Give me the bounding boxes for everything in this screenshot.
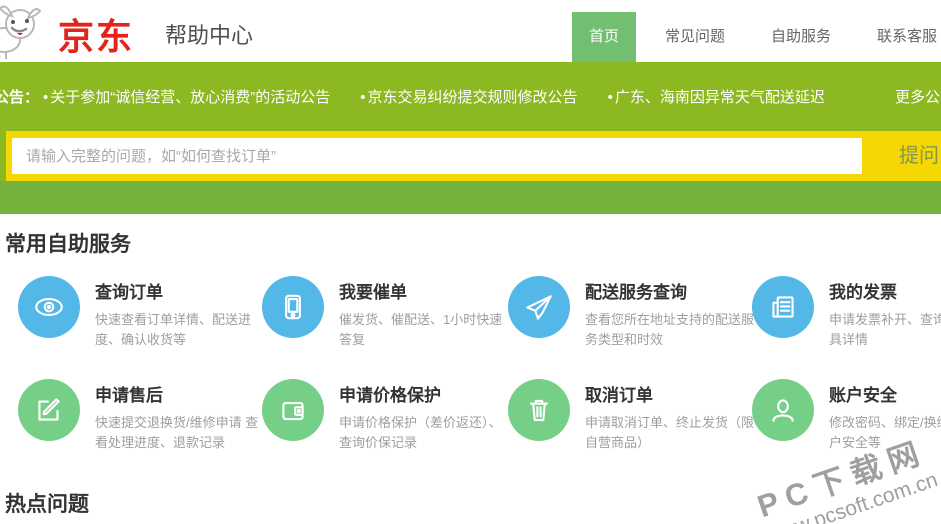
- services-grid: 查询订单 快速查看订单详情、配送进度、确认收货等 我要催单 催发货、催配送、1小时快速…: [18, 276, 941, 452]
- service-description: 申请发票补开、查询发票类型、开具详情: [829, 312, 941, 347]
- service-title[interactable]: 账户安全: [829, 381, 941, 406]
- nav-tab-3[interactable]: 联系客服: [860, 12, 941, 62]
- announcement-link[interactable]: • 广东、海南因异常天气配送延迟: [608, 86, 825, 107]
- search-input[interactable]: [12, 138, 862, 174]
- service-description: 催发货、催配送、1小时快速答复: [339, 312, 503, 347]
- page-title: 帮助中心: [165, 23, 254, 48]
- nav-tab-0[interactable]: 首页: [572, 12, 637, 62]
- service-title[interactable]: 我的发票: [829, 278, 941, 303]
- service-description: 申请取消订单、终止发货（限自营商品）: [585, 415, 755, 450]
- announcement-bar: 公告： • 关于参加“诚信经营、放心消费”的活动公告 • 京东交易纠纷提交规则修改公告…: [0, 62, 941, 131]
- jd-dog-mascot-icon: [0, 2, 58, 65]
- main-nav: 首页常见问题自助服务联系客服新手指南: [572, 12, 941, 62]
- announcement-text: 广东、海南因异常天气配送延迟: [614, 89, 825, 106]
- service-card[interactable]: 我的发票申请发票补开、查询发票类型、开具详情: [752, 276, 941, 349]
- service-card[interactable]: 查询订单 快速查看订单详情、配送进度、确认收货等: [18, 276, 262, 349]
- service-description: 申请价格保护（差价返还）、查询价保记录: [339, 415, 502, 450]
- service-title[interactable]: 查询订单: [95, 278, 267, 303]
- service-card-text: 我的发票申请发票补开、查询发票类型、开具详情: [829, 276, 941, 349]
- service-description: 查看您所在地址支持的配送服务类型和时效: [585, 312, 755, 347]
- service-card-text: 账户安全修改密码、绑定/换绑手机、提高账户安全等: [829, 379, 941, 452]
- announcement-text: 关于参加“诚信经营、放心消费”的活动公告: [50, 89, 331, 106]
- announcement-link[interactable]: • 京东交易纠纷提交规则修改公告: [360, 86, 577, 107]
- announcement-label: 公告：: [0, 89, 40, 106]
- help-center-page: 京东 帮助中心 首页常见问题自助服务联系客服新手指南 公告： •关于参加“诚信经…: [0, 0, 941, 524]
- service-title[interactable]: 申请售后: [95, 381, 267, 406]
- ask-question-button[interactable]: 提问: [899, 131, 941, 181]
- trash-icon: [508, 379, 570, 441]
- pencil-icon: [18, 379, 80, 441]
- bullet-icon: •: [43, 89, 49, 106]
- search-band: 提问: [0, 131, 941, 181]
- service-card[interactable]: 我要催单催发货、催配送、1小时快速答复: [262, 276, 508, 349]
- service-card-text: 申请售后快速提交退换货/维修申请 查看处理进度、退款记录: [95, 379, 267, 452]
- announcement-link[interactable]: • 关于参加“诚信经营、放心消费”的活动公告: [43, 86, 330, 107]
- service-card[interactable]: 申请售后 快速提交退换货/维修申请 查看处理进度、退款记录: [18, 379, 262, 452]
- header: 京东 帮助中心 首页常见问题自助服务联系客服新手指南: [0, 0, 941, 62]
- phone-icon: [262, 276, 324, 338]
- announcement-text: 京东交易纠纷提交规则修改公告: [367, 89, 578, 106]
- service-card[interactable]: 配送服务查询查看您所在地址支持的配送服务类型和时效: [508, 276, 754, 349]
- wallet-icon: [262, 379, 324, 441]
- paper-plane-icon: [508, 276, 570, 338]
- service-description: 修改密码、绑定/换绑手机、提高账户安全等: [829, 415, 941, 450]
- jd-logo-text[interactable]: 京东: [58, 8, 134, 60]
- hot-questions-section-title: 热点问题: [5, 493, 89, 516]
- nav-tab-2[interactable]: 自助服务: [754, 12, 848, 62]
- announcement-items: • 关于参加“诚信经营、放心消费”的活动公告 • 京东交易纠纷提交规则修改公告 • 广东、…: [39, 86, 851, 107]
- service-title[interactable]: 申请价格保护: [339, 381, 511, 406]
- service-card-text: 申请价格保护申请价格保护（差价返还）、查询价保记录: [339, 379, 511, 452]
- green-divider-strip: [0, 181, 941, 214]
- eye-icon: [18, 276, 80, 338]
- service-card-text: 配送服务查询查看您所在地址支持的配送服务类型和时效: [585, 276, 757, 349]
- invoice-icon: [752, 276, 814, 338]
- main-content: 常用自助服务 查询订单 快速查看订单详情、配送进度、确认收货等 我要催单 催发货、催配…: [0, 214, 941, 518]
- service-description: 快速查看订单详情、配送进度、确认收货等: [95, 312, 252, 347]
- self-service-section-title: 常用自助服务: [5, 233, 131, 256]
- service-card-text: 取消订单申请取消订单、终止发货（限自营商品）: [585, 379, 757, 452]
- service-title[interactable]: 取消订单: [585, 381, 757, 406]
- service-title[interactable]: 配送服务查询: [585, 278, 757, 303]
- service-card[interactable]: 申请价格保护申请价格保护（差价返还）、查询价保记录: [262, 379, 508, 452]
- bullet-icon: •: [607, 89, 613, 106]
- service-card[interactable]: 取消订单申请取消订单、终止发货（限自营商品）: [508, 379, 754, 452]
- service-card-text: 我要催单催发货、催配送、1小时快速答复: [339, 276, 511, 349]
- service-card[interactable]: 账户安全修改密码、绑定/换绑手机、提高账户安全等: [752, 379, 941, 452]
- service-title[interactable]: 我要催单: [339, 278, 511, 303]
- service-description: 快速提交退换货/维修申请 查看处理进度、退款记录: [95, 415, 259, 450]
- more-announcements-link[interactable]: 更多公告: [895, 86, 941, 107]
- bullet-icon: •: [360, 89, 366, 106]
- nav-tab-1[interactable]: 常见问题: [648, 12, 742, 62]
- service-card-text: 查询订单快速查看订单详情、配送进度、确认收货等: [95, 276, 267, 349]
- person-icon: [752, 379, 814, 441]
